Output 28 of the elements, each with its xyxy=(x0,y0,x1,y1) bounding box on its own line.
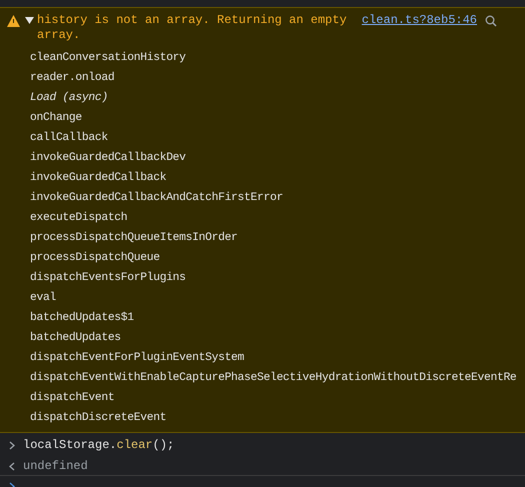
stack-frame: batchedUpdates$1 xyxy=(30,308,525,328)
console-input-text: localStorage.clear(); xyxy=(23,437,174,454)
search-icon[interactable] xyxy=(485,15,497,27)
stack-frame: dispatchEventsForPlugins xyxy=(30,268,525,288)
stack-frame: onChange xyxy=(30,108,525,128)
stack-frame: callCallback xyxy=(30,128,525,148)
stack-frame: dispatchDiscreteEvent xyxy=(30,408,525,428)
stack-frame: processDispatchQueue xyxy=(30,248,525,268)
console-result: undefined xyxy=(23,458,88,475)
source-link[interactable]: clean.ts?8eb5:46 xyxy=(362,13,477,28)
stack-frame: dispatchEventWithEnableCapturePhaseSelectiveHydrationWithoutDiscreteEventRe xyxy=(30,368,525,388)
stack-frame: dispatchEvent xyxy=(30,388,525,408)
stack-frame: invokeGuardedCallbackDev xyxy=(30,148,525,168)
stack-frame: invokeGuardedCallbackAndCatchFirstError xyxy=(30,188,525,208)
warning-message: history is not an array. Returning an empty array. xyxy=(37,13,348,43)
result-chevron-icon xyxy=(9,462,15,470)
stack-frame: executeDispatch xyxy=(30,208,525,228)
stack-frame: eval xyxy=(30,288,525,308)
stack-frame: Load (async) xyxy=(30,88,525,108)
expand-triangle-icon[interactable] xyxy=(25,17,34,24)
stack-frame: invokeGuardedCallback xyxy=(30,168,525,188)
stack-frame: processDispatchQueueItemsInOrder xyxy=(30,228,525,248)
stack-frame: dispatchEventForPluginEventSystem xyxy=(30,348,525,368)
stack-frame: cleanConversationHistory xyxy=(30,48,525,68)
prompt-chevron-icon xyxy=(9,440,15,450)
warning-icon xyxy=(7,15,20,27)
stack-frame: batchedUpdates xyxy=(30,328,525,348)
stack-frame: reader.onload xyxy=(30,68,525,88)
